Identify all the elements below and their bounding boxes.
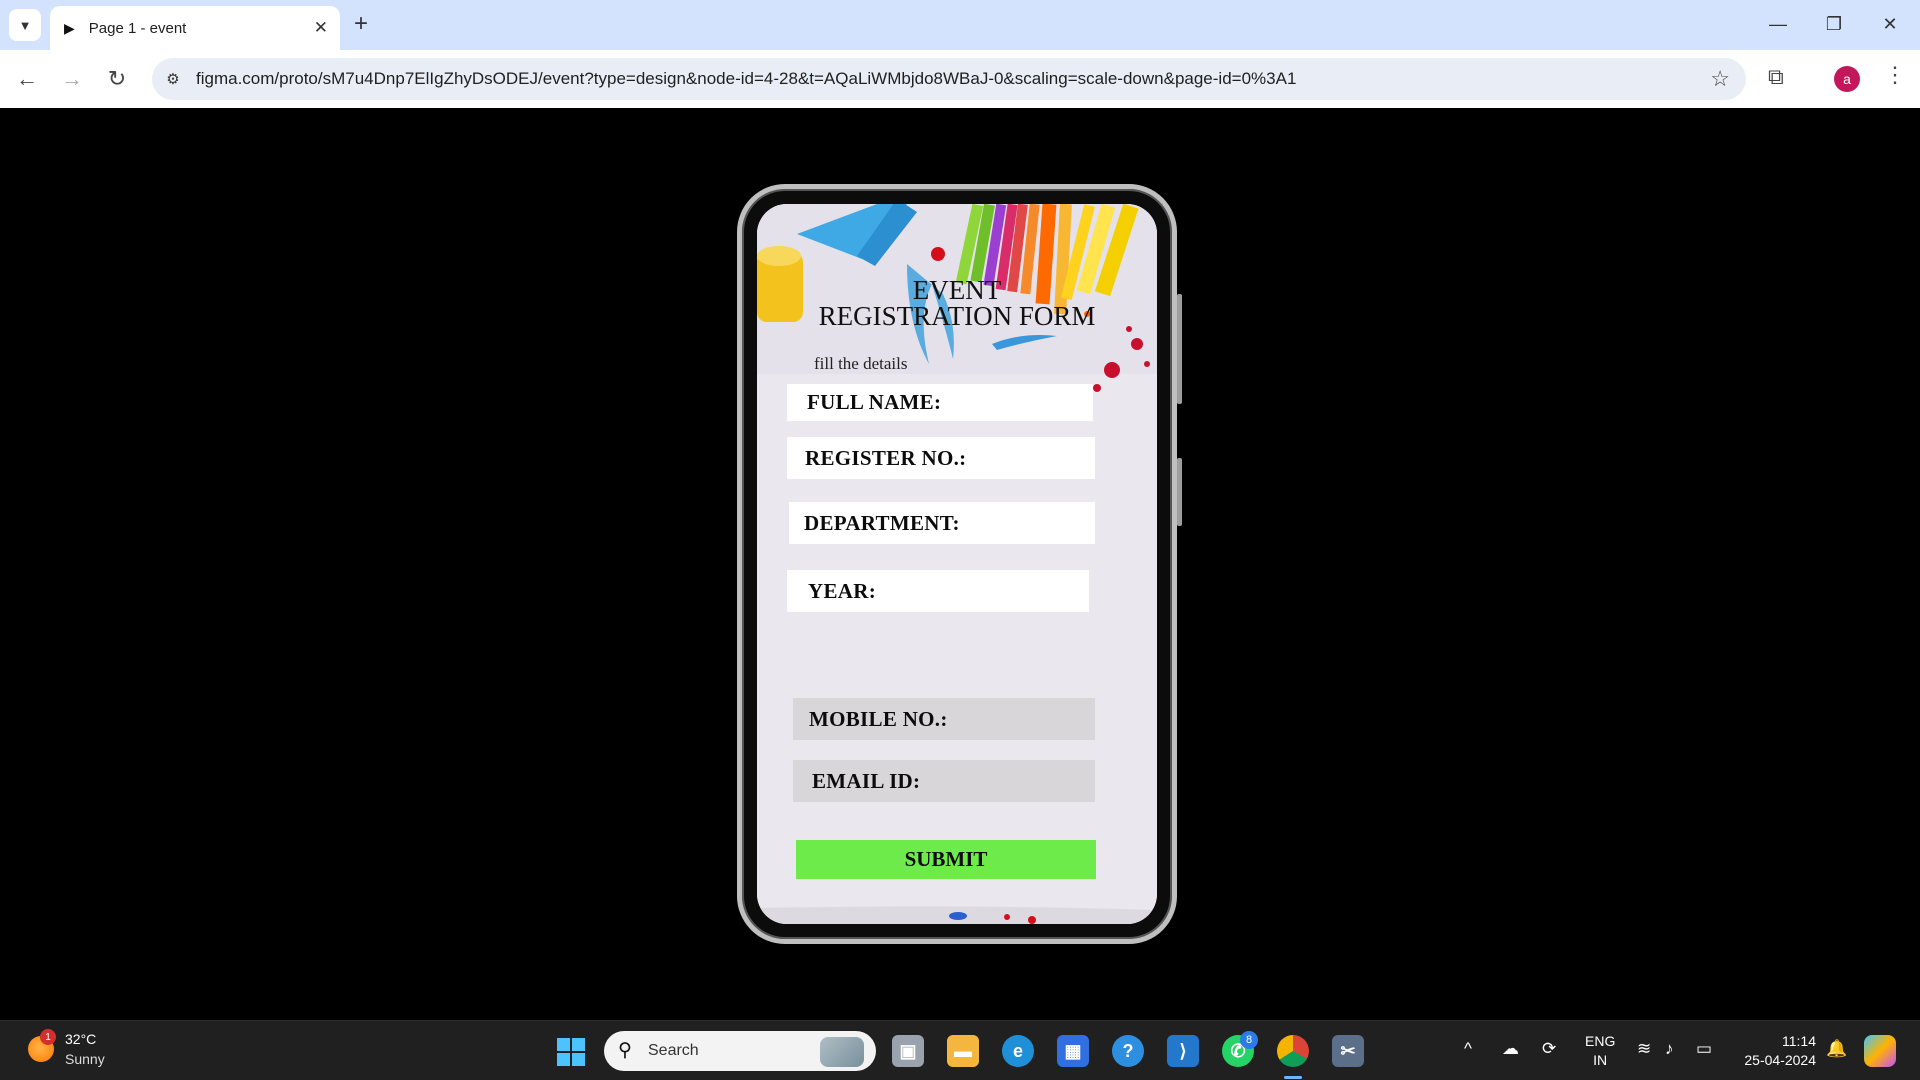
extensions-icon[interactable]: ⧉ — [1768, 64, 1784, 90]
restore-button[interactable]: ❐ — [1814, 8, 1854, 40]
reload-button[interactable]: ↻ — [102, 64, 132, 94]
register-no-label: REGISTER NO.: — [805, 445, 967, 470]
notification-bell-icon[interactable]: 🔔 — [1826, 1039, 1847, 1059]
language-indicator[interactable]: ENG IN — [1585, 1032, 1615, 1070]
language-code: ENG — [1585, 1033, 1616, 1049]
search-highlight-image — [820, 1037, 864, 1067]
clock-date: 25-04-2024 — [1744, 1052, 1816, 1068]
browser-toolbar: ← → ↻ ⚙ figma.com/proto/sM7u4Dnp7ElIgZhy… — [0, 50, 1920, 108]
windows-logo-icon — [557, 1038, 570, 1051]
close-tab-icon[interactable]: ✕ — [314, 18, 328, 38]
phone-screen: EVENT REGISTRATION FORM fill the details… — [757, 204, 1157, 924]
profile-avatar[interactable]: a — [1834, 66, 1860, 92]
sync-icon[interactable]: ⟳ — [1542, 1039, 1556, 1059]
form-subtitle: fill the details — [814, 354, 908, 373]
phone-side-button-upper — [1177, 294, 1182, 404]
clock-time: 11:14 — [1782, 1033, 1816, 1049]
arrow-right-icon: → — [61, 66, 83, 91]
reload-icon: ↻ — [107, 66, 127, 91]
volume-icon[interactable]: ♪ — [1665, 1039, 1674, 1059]
tab-search-button[interactable]: ▼ — [9, 9, 41, 41]
back-button[interactable]: ← — [12, 64, 42, 94]
onedrive-icon[interactable]: ☁ — [1502, 1039, 1519, 1059]
email-id-label: EMAIL ID: — [812, 768, 921, 793]
snipping-tool-icon[interactable]: ✂ — [1332, 1035, 1364, 1067]
register-no-field[interactable]: REGISTER NO.: — [787, 437, 1095, 479]
form-title-line2: REGISTRATION FORM — [818, 301, 1096, 331]
edge-browser-icon[interactable]: e — [1002, 1035, 1034, 1067]
windows-taskbar: 1 32°C Sunny ⚲ Search ▣ ▬ e ▦ ? ⟩ ✆ 8 ✂ … — [0, 1020, 1920, 1080]
department-field[interactable]: DEPARTMENT: — [789, 502, 1095, 544]
more-menu-icon[interactable]: ⋮ — [1884, 62, 1906, 88]
figma-prototype-viewport: EVENT REGISTRATION FORM fill the details… — [0, 108, 1920, 1020]
whatsapp-badge: 8 — [1240, 1031, 1258, 1049]
year-label: YEAR: — [808, 578, 876, 603]
microsoft-store-icon[interactable]: ▦ — [1057, 1035, 1089, 1067]
copilot-icon[interactable] — [1864, 1035, 1896, 1067]
mobile-no-label: MOBILE NO.: — [809, 706, 948, 731]
full-name-field[interactable]: FULL NAME: — [787, 384, 1093, 421]
get-help-icon[interactable]: ? — [1112, 1035, 1144, 1067]
full-name-label: FULL NAME: — [807, 390, 942, 414]
task-view-icon[interactable]: ▣ — [892, 1035, 924, 1067]
search-icon: ⚲ — [618, 1040, 632, 1061]
tab-strip: ▼ ▶ Page 1 - event ✕ + — ❐ ✕ — [0, 0, 1920, 50]
mobile-no-field[interactable]: MOBILE NO.: — [793, 698, 1095, 740]
weather-desc[interactable]: Sunny — [65, 1051, 105, 1067]
close-window-button[interactable]: ✕ — [1870, 8, 1910, 40]
department-label: DEPARTMENT: — [804, 510, 960, 535]
start-button[interactable] — [557, 1038, 585, 1066]
vscode-icon[interactable]: ⟩ — [1167, 1035, 1199, 1067]
email-id-field[interactable]: EMAIL ID: — [793, 760, 1095, 802]
tab-title: Page 1 - event — [88, 19, 187, 37]
phone-frame: EVENT REGISTRATION FORM fill the details… — [737, 184, 1177, 944]
active-tab[interactable]: ▶ Page 1 - event ✕ — [50, 6, 340, 50]
chrome-icon[interactable] — [1277, 1035, 1309, 1067]
forward-button[interactable]: → — [57, 64, 87, 94]
minimize-button[interactable]: — — [1758, 8, 1798, 40]
search-label: Search — [648, 1042, 699, 1059]
submit-button[interactable]: SUBMIT — [796, 840, 1096, 879]
figma-play-icon: ▶ — [64, 19, 75, 36]
show-hidden-icons-chevron-icon[interactable]: ^ — [1464, 1039, 1472, 1059]
site-settings-icon[interactable]: ⚙ — [162, 68, 184, 90]
arrow-left-icon: ← — [16, 66, 38, 91]
weather-badge: 1 — [40, 1029, 56, 1045]
new-tab-button[interactable]: + — [354, 10, 368, 38]
region-code: IN — [1593, 1052, 1608, 1068]
chrome-active-indicator — [1284, 1076, 1302, 1079]
file-explorer-icon[interactable]: ▬ — [947, 1035, 979, 1067]
bookmark-star-icon[interactable]: ☆ — [1710, 66, 1730, 92]
taskbar-search[interactable]: ⚲ Search — [604, 1031, 876, 1071]
phone-side-button-lower — [1177, 458, 1182, 526]
wifi-icon[interactable]: ≋ — [1637, 1039, 1651, 1059]
chevron-down-icon: ▼ — [18, 17, 32, 33]
weather-temp[interactable]: 32°C — [65, 1031, 96, 1047]
clock[interactable]: 11:14 25-04-2024 — [1736, 1032, 1816, 1070]
battery-icon[interactable]: ▭ — [1696, 1039, 1712, 1059]
year-field[interactable]: YEAR: — [787, 570, 1089, 612]
address-bar[interactable]: ⚙ figma.com/proto/sM7u4Dnp7ElIgZhyDsODEJ… — [152, 58, 1746, 100]
url-text[interactable]: figma.com/proto/sM7u4Dnp7ElIgZhyDsODEJ/e… — [196, 69, 1296, 89]
form-title-line1: EVENT — [912, 275, 1002, 305]
